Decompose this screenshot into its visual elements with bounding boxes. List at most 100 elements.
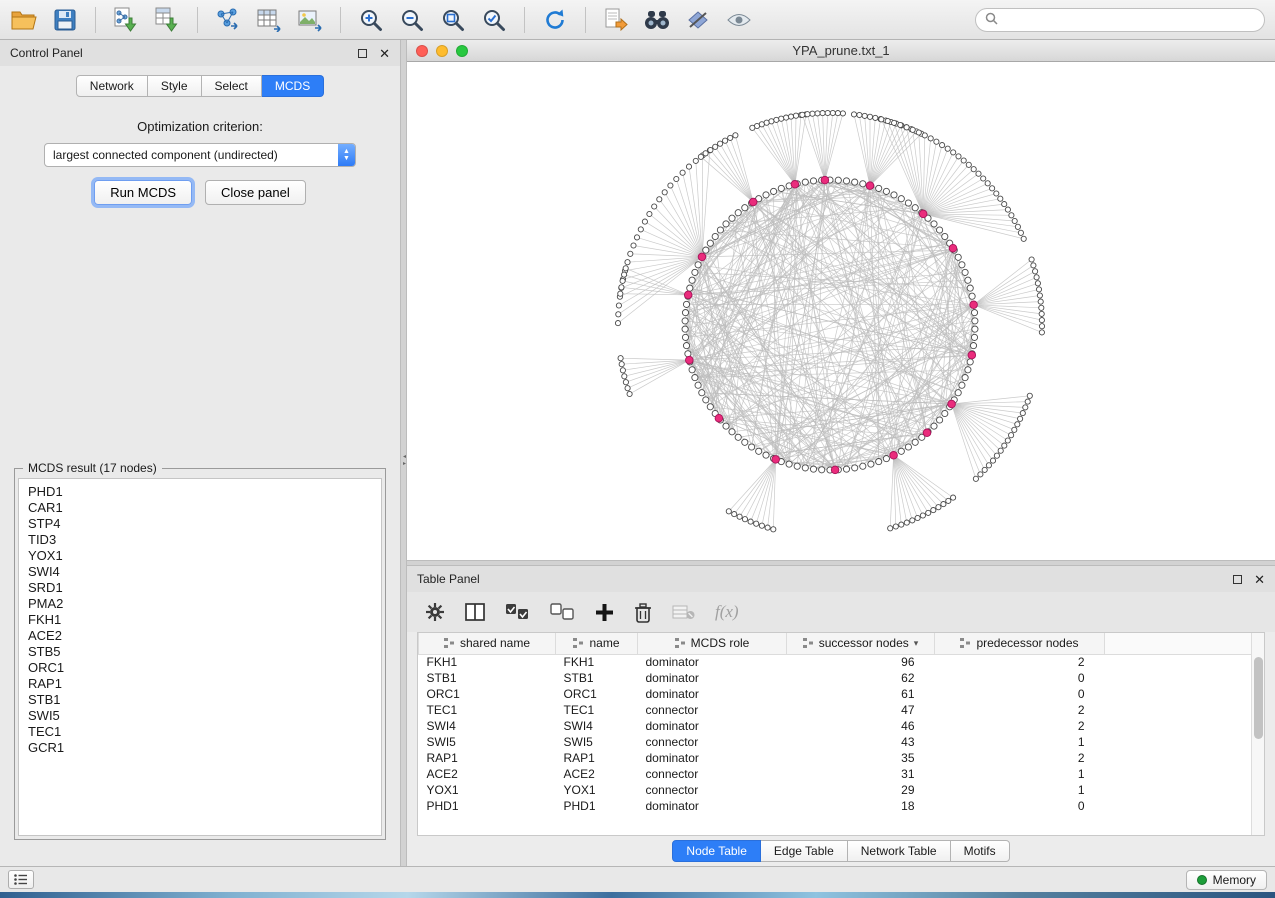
table-cell[interactable]: 1	[935, 734, 1105, 750]
table-cell[interactable]: 2	[935, 654, 1105, 670]
minimize-window-icon[interactable]	[436, 45, 448, 57]
table-cell[interactable]: dominator	[638, 686, 787, 702]
float-panel-icon[interactable]	[358, 49, 367, 58]
table-cell[interactable]: FKH1	[556, 654, 638, 670]
table-cell[interactable]	[1105, 798, 1252, 814]
column-header-shared-name[interactable]: shared name	[419, 633, 556, 654]
import-network-icon[interactable]	[112, 6, 140, 34]
new-table-icon[interactable]	[255, 6, 283, 34]
result-item[interactable]: TEC1	[28, 724, 372, 740]
close-window-icon[interactable]	[416, 45, 428, 57]
table-cell[interactable]: dominator	[638, 750, 787, 766]
new-network-icon[interactable]	[214, 6, 242, 34]
table-row[interactable]: ORC1ORC1dominator610	[419, 686, 1252, 702]
table-cell[interactable]: dominator	[638, 654, 787, 670]
tab-network[interactable]: Network	[76, 75, 148, 97]
table-cell[interactable]: 46	[787, 718, 935, 734]
table-cell[interactable]: 31	[787, 766, 935, 782]
table-cell[interactable]: RAP1	[419, 750, 556, 766]
table-cell[interactable]: YOX1	[556, 782, 638, 798]
result-item[interactable]: STP4	[28, 516, 372, 532]
table-cell[interactable]: STB1	[556, 670, 638, 686]
table-cell[interactable]: 61	[787, 686, 935, 702]
table-cell[interactable]: connector	[638, 734, 787, 750]
add-row-icon[interactable]	[595, 603, 614, 622]
table-cell[interactable]	[1105, 702, 1252, 718]
column-header-mcds-role[interactable]: MCDS role	[638, 633, 787, 654]
table-cell[interactable]: 0	[935, 670, 1105, 686]
zoom-out-icon[interactable]	[398, 6, 426, 34]
result-item[interactable]: CAR1	[28, 500, 372, 516]
table-cell[interactable]: 47	[787, 702, 935, 718]
tab-select[interactable]: Select	[202, 75, 262, 97]
table-cell[interactable]: SWI5	[419, 734, 556, 750]
table-cell[interactable]: dominator	[638, 718, 787, 734]
save-icon[interactable]	[51, 6, 79, 34]
result-item[interactable]: ORC1	[28, 660, 372, 676]
result-item[interactable]: PMA2	[28, 596, 372, 612]
result-item[interactable]: PHD1	[28, 484, 372, 500]
network-window-titlebar[interactable]: YPA_prune.txt_1	[407, 40, 1275, 62]
table-cell[interactable]	[1105, 782, 1252, 798]
tab-edge-table[interactable]: Edge Table	[761, 840, 848, 862]
table-cell[interactable]: 29	[787, 782, 935, 798]
delete-row-icon[interactable]	[634, 602, 652, 623]
result-item[interactable]: GCR1	[28, 740, 372, 756]
result-item[interactable]: FKH1	[28, 612, 372, 628]
float-table-panel-icon[interactable]	[1233, 575, 1242, 584]
result-item[interactable]: STB1	[28, 692, 372, 708]
task-history-button[interactable]	[8, 870, 34, 889]
result-item[interactable]: SRD1	[28, 580, 372, 596]
search-network-icon[interactable]	[643, 6, 671, 34]
table-settings-icon[interactable]	[425, 602, 445, 622]
maximize-window-icon[interactable]	[456, 45, 468, 57]
table-cell[interactable]: 62	[787, 670, 935, 686]
table-cell[interactable]	[1105, 750, 1252, 766]
network-graph[interactable]	[407, 62, 1275, 560]
table-cell[interactable]: YOX1	[419, 782, 556, 798]
table-cell[interactable]: 0	[935, 798, 1105, 814]
table-scrollbar-thumb[interactable]	[1254, 657, 1263, 739]
table-cell[interactable]: ACE2	[556, 766, 638, 782]
table-cell[interactable]: RAP1	[556, 750, 638, 766]
table-cell[interactable]	[1105, 766, 1252, 782]
table-row[interactable]: TEC1TEC1connector472	[419, 702, 1252, 718]
show-hide-icon[interactable]	[725, 6, 753, 34]
criterion-dropdown[interactable]: largest connected component (undirected)…	[44, 143, 356, 167]
table-cell[interactable]: ORC1	[556, 686, 638, 702]
tab-node-table[interactable]: Node Table	[672, 840, 761, 862]
table-cell[interactable]: 2	[935, 750, 1105, 766]
table-cell[interactable]: connector	[638, 702, 787, 718]
column-header-predecessor-nodes[interactable]: predecessor nodes	[935, 633, 1105, 654]
result-item[interactable]: STB5	[28, 644, 372, 660]
result-item[interactable]: SWI5	[28, 708, 372, 724]
vertical-splitter[interactable]: ◂▸	[400, 40, 407, 866]
tab-style[interactable]: Style	[148, 75, 202, 97]
table-cell[interactable]: TEC1	[556, 702, 638, 718]
zoom-in-icon[interactable]	[357, 6, 385, 34]
table-cell[interactable]: PHD1	[419, 798, 556, 814]
table-cell[interactable]: FKH1	[419, 654, 556, 670]
table-cell[interactable]	[1105, 654, 1252, 670]
close-table-panel-icon[interactable]: ✕	[1254, 573, 1265, 586]
mcds-result-list[interactable]: PHD1CAR1STP4TID3YOX1SWI4SRD1PMA2FKH1ACE2…	[18, 478, 382, 836]
table-cell[interactable]: SWI4	[419, 718, 556, 734]
tab-mcds[interactable]: MCDS	[262, 75, 324, 97]
table-cell[interactable]: ORC1	[419, 686, 556, 702]
table-cell[interactable]: STB1	[419, 670, 556, 686]
memory-button[interactable]: Memory	[1186, 870, 1267, 890]
run-mcds-button[interactable]: Run MCDS	[94, 180, 192, 205]
table-cell[interactable]: dominator	[638, 670, 787, 686]
table-cell[interactable]: TEC1	[419, 702, 556, 718]
table-cell[interactable]	[1105, 670, 1252, 686]
zoom-selected-icon[interactable]	[480, 6, 508, 34]
import-table-icon[interactable]	[153, 6, 181, 34]
table-cell[interactable]: 0	[935, 686, 1105, 702]
table-cell[interactable]	[1105, 686, 1252, 702]
select-all-icon[interactable]	[505, 603, 530, 621]
table-cell[interactable]: 96	[787, 654, 935, 670]
column-header-successor-nodes[interactable]: successor nodes▾	[787, 633, 935, 654]
table-row[interactable]: YOX1YOX1connector291	[419, 782, 1252, 798]
table-cell[interactable]: 1	[935, 782, 1105, 798]
result-item[interactable]: RAP1	[28, 676, 372, 692]
